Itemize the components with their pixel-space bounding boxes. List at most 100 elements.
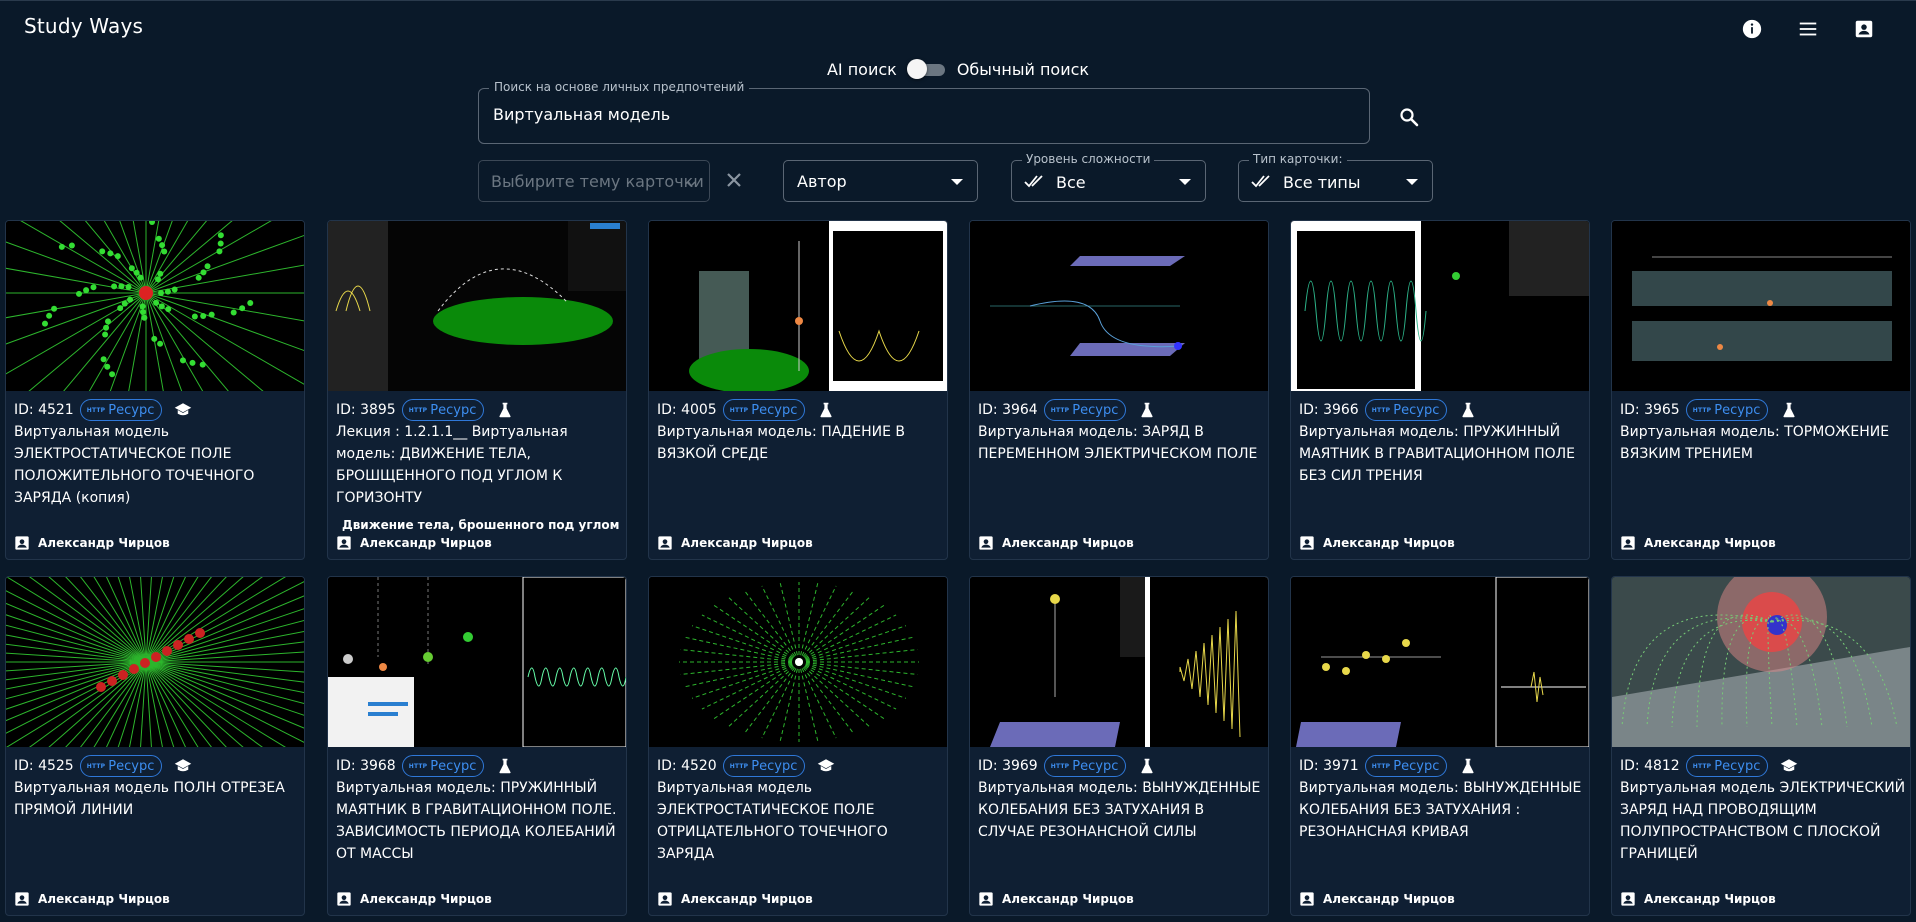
card-type-select[interactable]: Тип карточки: Все типы bbox=[1238, 152, 1433, 202]
done-all-icon bbox=[1024, 173, 1046, 193]
card-meta: ID: 3965 HTTP Ресурс bbox=[1620, 399, 1800, 421]
card-thumbnail[interactable] bbox=[1612, 577, 1910, 747]
resource-card[interactable]: ID: 4520 HTTP Ресурс Виртуальная модель … bbox=[648, 576, 948, 916]
card-author[interactable]: Александр Чирцов bbox=[14, 891, 170, 907]
card-author[interactable]: Александр Чирцов bbox=[657, 535, 813, 551]
card-author[interactable]: Александр Чирцов bbox=[657, 891, 813, 907]
resource-card[interactable]: ID: 3965 HTTP Ресурс Виртуальная модель:… bbox=[1611, 220, 1911, 560]
resource-chip-label: Ресурс bbox=[751, 758, 798, 774]
resource-card[interactable]: ID: 3895 HTTP Ресурс Лекция : 1.2.1.1__ … bbox=[327, 220, 627, 560]
app-title[interactable]: Study Ways bbox=[24, 14, 143, 38]
done-all-icon bbox=[1251, 173, 1273, 193]
author-select[interactable]: Автор bbox=[783, 160, 978, 202]
search-icon[interactable] bbox=[1394, 102, 1424, 132]
resource-card[interactable]: ID: 4005 HTTP Ресурс Виртуальная модель:… bbox=[648, 220, 948, 560]
card-author[interactable]: Александр Чирцов bbox=[336, 891, 492, 907]
resource-chip[interactable]: HTTP Ресурс bbox=[1043, 399, 1127, 421]
card-thumbnail[interactable] bbox=[1291, 221, 1589, 391]
card-id: ID: 3964 bbox=[978, 402, 1038, 418]
http-icon: HTTP bbox=[1692, 406, 1712, 414]
card-title[interactable]: Виртуальная модель ЭЛЕКТРОСТАТИЧЕСКОЕ ПО… bbox=[657, 777, 943, 865]
resource-card[interactable]: ID: 3966 HTTP Ресурс Виртуальная модель:… bbox=[1290, 220, 1590, 560]
resource-chip[interactable]: HTTP Ресурс bbox=[1364, 399, 1448, 421]
flask-icon bbox=[1457, 755, 1479, 777]
card-meta: ID: 3966 HTTP Ресурс bbox=[1299, 399, 1479, 421]
search-mode-switch[interactable] bbox=[906, 58, 947, 80]
resource-card[interactable]: ID: 4521 HTTP Ресурс Виртуальная модель … bbox=[5, 220, 305, 560]
card-thumbnail[interactable] bbox=[6, 577, 304, 747]
resource-chip[interactable]: HTTP Ресурс bbox=[79, 755, 163, 777]
resource-chip-label: Ресурс bbox=[430, 402, 477, 418]
card-thumbnail[interactable] bbox=[970, 577, 1268, 747]
resource-chip[interactable]: HTTP Ресурс bbox=[79, 399, 163, 421]
card-meta: ID: 4520 HTTP Ресурс bbox=[657, 755, 837, 777]
card-title[interactable]: Виртуальная модель: ВЫНУЖДЕННЫЕ КОЛЕБАНИ… bbox=[978, 777, 1264, 843]
card-title[interactable]: Лекция : 1.2.1.1__ Виртуальная модель: Д… bbox=[336, 421, 622, 509]
card-author[interactable]: Александр Чирцов bbox=[978, 891, 1134, 907]
ai-search-label: AI поиск bbox=[826, 59, 897, 79]
resource-chip[interactable]: HTTP Ресурс bbox=[401, 399, 485, 421]
resource-card[interactable]: ID: 4525 HTTP Ресурс Виртуальная модель … bbox=[5, 576, 305, 916]
info-icon[interactable] bbox=[1738, 15, 1766, 43]
card-title[interactable]: Виртуальная модель ЭЛЕКТРОСТАТИЧЕСКОЕ ПО… bbox=[14, 421, 300, 509]
card-thumbnail[interactable] bbox=[1612, 221, 1910, 391]
card-title[interactable]: Виртуальная модель ПОЛН ОТРЕЗЕА ПРЯМОЙ Л… bbox=[14, 777, 300, 821]
card-title[interactable]: Виртуальная модель: ТОРМОЖЕНИЕ ВЯЗКИМ ТР… bbox=[1620, 421, 1906, 465]
account-box-icon[interactable] bbox=[1850, 15, 1878, 43]
resource-card[interactable]: ID: 3971 HTTP Ресурс Виртуальная модель:… bbox=[1290, 576, 1590, 916]
http-icon: HTTP bbox=[729, 762, 749, 770]
school-icon bbox=[815, 755, 837, 777]
card-title[interactable]: Виртуальная модель: ВЫНУЖДЕННЫЕ КОЛЕБАНИ… bbox=[1299, 777, 1585, 843]
resource-chip[interactable]: HTTP Ресурс bbox=[1685, 755, 1769, 777]
menu-icon[interactable] bbox=[1794, 15, 1822, 43]
account-box-icon bbox=[1300, 536, 1314, 550]
resource-chip[interactable]: HTTP Ресурс bbox=[1364, 755, 1448, 777]
resource-card[interactable]: ID: 3964 HTTP Ресурс Виртуальная модель:… bbox=[969, 220, 1269, 560]
difficulty-label: Уровень сложности bbox=[1022, 152, 1155, 166]
card-id: ID: 3968 bbox=[336, 758, 396, 774]
card-title[interactable]: Виртуальная модель: ПРУЖИННЫЙ МАЯТНИК В … bbox=[1299, 421, 1585, 487]
resource-chip[interactable]: HTTP Ресурс bbox=[1685, 399, 1769, 421]
account-box-icon bbox=[337, 536, 351, 550]
card-title[interactable]: Виртуальная модель: ЗАРЯД В ПЕРЕМЕННОМ Э… bbox=[978, 421, 1264, 465]
card-id: ID: 3965 bbox=[1620, 402, 1680, 418]
card-title[interactable]: Виртуальная модель: ПАДЕНИЕ В ВЯЗКОЙ СРЕ… bbox=[657, 421, 943, 465]
resource-chip[interactable]: HTTP Ресурс bbox=[1043, 755, 1127, 777]
related-topic[interactable]: Движение тела, брошенного под углом к г bbox=[336, 517, 622, 533]
card-author[interactable]: Александр Чирцов bbox=[14, 535, 170, 551]
topic-select[interactable]: Выбирите тему карточки bbox=[478, 160, 710, 202]
card-title[interactable]: Виртуальная модель: ПРУЖИННЫЙ МАЯТНИК В … bbox=[336, 777, 622, 865]
http-icon: HTTP bbox=[1050, 762, 1070, 770]
resource-card[interactable]: ID: 3968 HTTP Ресурс Виртуальная модель:… bbox=[327, 576, 627, 916]
http-icon: HTTP bbox=[408, 762, 428, 770]
card-thumbnail[interactable] bbox=[649, 577, 947, 747]
close-icon[interactable] bbox=[722, 168, 746, 192]
resource-chip[interactable]: HTTP Ресурс bbox=[722, 755, 806, 777]
card-meta: ID: 3969 HTTP Ресурс bbox=[978, 755, 1158, 777]
card-author[interactable]: Александр Чирцов bbox=[1620, 891, 1776, 907]
difficulty-select-value: Все bbox=[1056, 173, 1086, 192]
card-author[interactable]: Александр Чирцов bbox=[1299, 891, 1455, 907]
flask-icon bbox=[1136, 755, 1158, 777]
card-thumbnail[interactable] bbox=[328, 577, 626, 747]
card-title[interactable]: Виртуальная модель ЭЛЕКТРИЧЕСКИЙ ЗАРЯД Н… bbox=[1620, 777, 1906, 865]
card-author[interactable]: Александр Чирцов bbox=[1299, 535, 1455, 551]
resource-chip[interactable]: HTTP Ресурс bbox=[722, 399, 806, 421]
difficulty-select[interactable]: Уровень сложности Все bbox=[1011, 152, 1206, 202]
card-thumbnail[interactable] bbox=[328, 221, 626, 391]
card-author[interactable]: Александр Чирцов bbox=[1620, 535, 1776, 551]
card-thumbnail[interactable] bbox=[970, 221, 1268, 391]
resource-card[interactable]: ID: 4812 HTTP Ресурс Виртуальная модель … bbox=[1611, 576, 1911, 916]
card-author[interactable]: Александр Чирцов bbox=[336, 535, 492, 551]
card-thumbnail[interactable] bbox=[649, 221, 947, 391]
resource-chip[interactable]: HTTP Ресурс bbox=[401, 755, 485, 777]
card-thumbnail[interactable] bbox=[6, 221, 304, 391]
flask-icon bbox=[1778, 399, 1800, 421]
search-input[interactable] bbox=[493, 105, 1353, 124]
card-author[interactable]: Александр Чирцов bbox=[978, 535, 1134, 551]
card-id: ID: 4525 bbox=[14, 758, 74, 774]
resource-card[interactable]: ID: 3969 HTTP Ресурс Виртуальная модель:… bbox=[969, 576, 1269, 916]
card-thumbnail[interactable] bbox=[1291, 577, 1589, 747]
author-select-value: Автор bbox=[797, 172, 847, 191]
search-field: Поиск на основе личных предпочтений bbox=[478, 80, 1370, 144]
